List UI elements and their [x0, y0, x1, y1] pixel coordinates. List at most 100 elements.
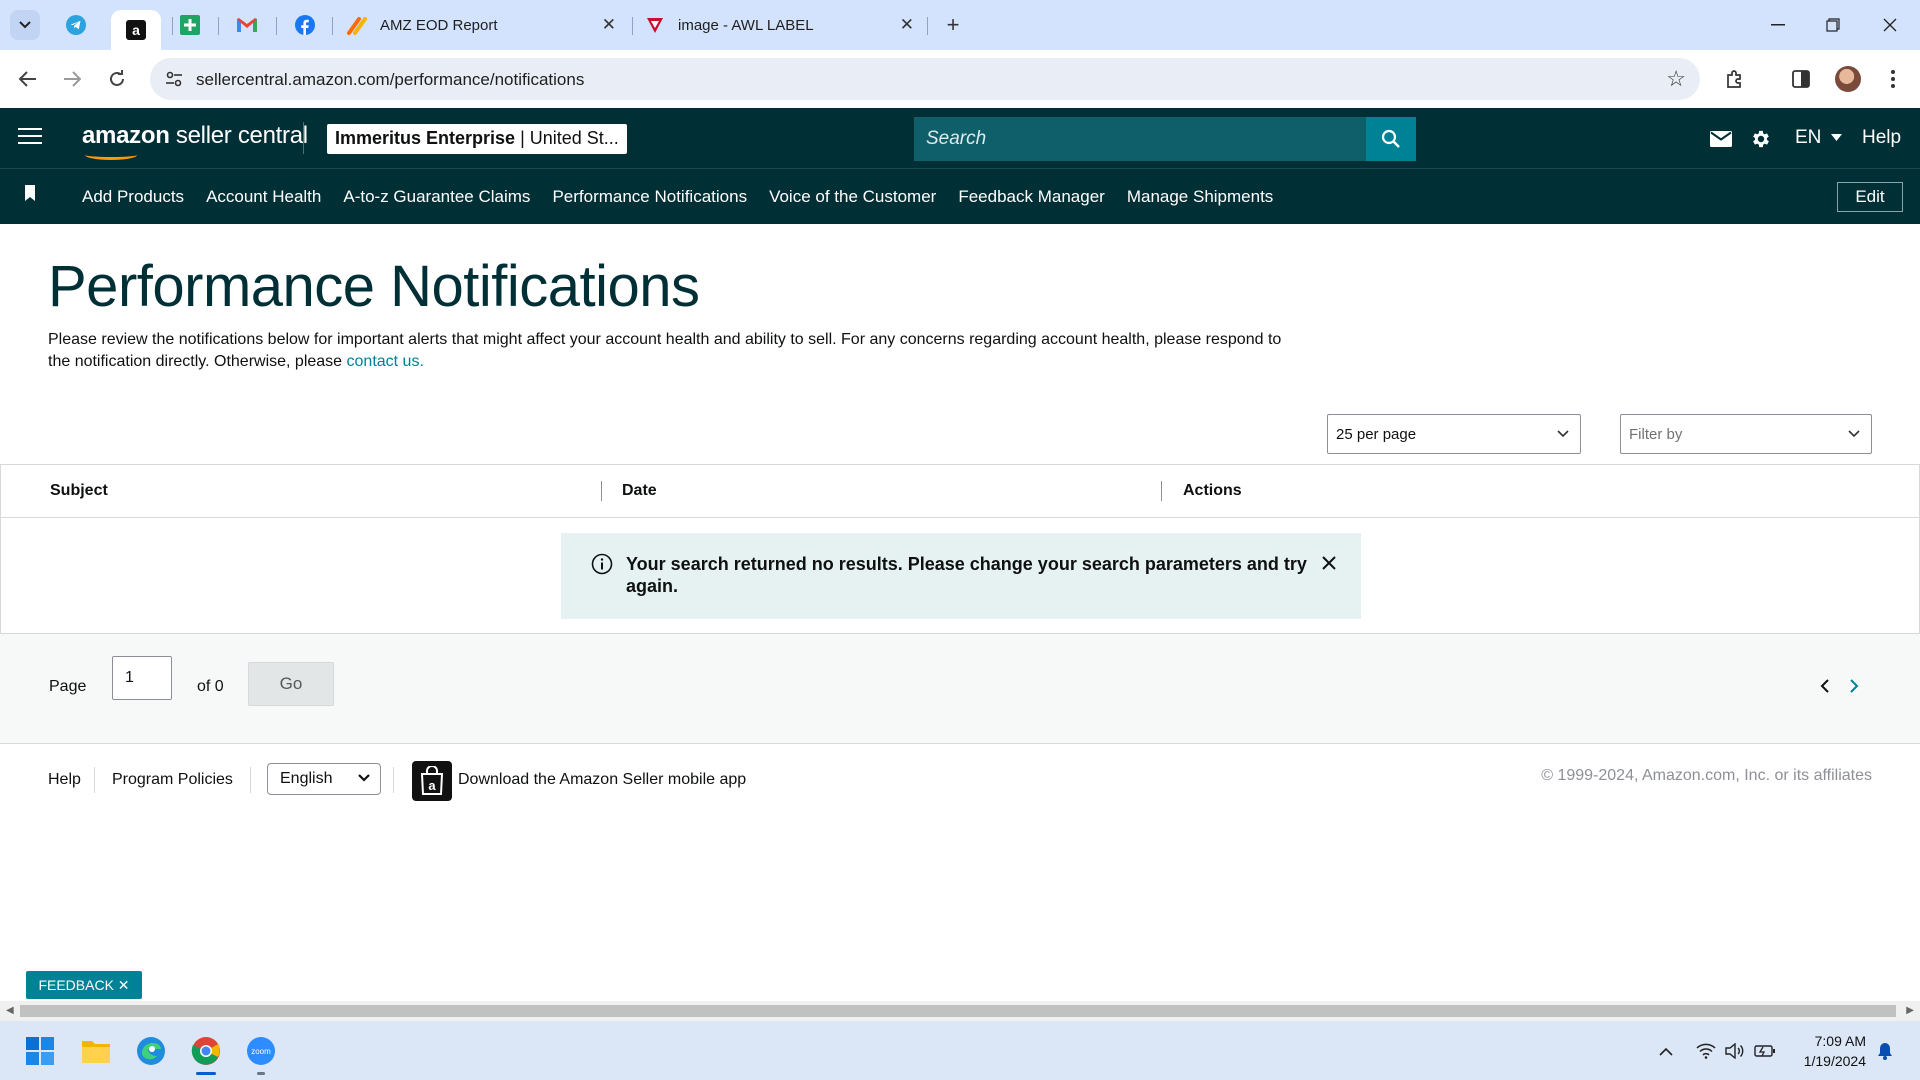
nav-performance-notifications[interactable]: Performance Notifications — [552, 187, 747, 207]
bookmark-star-icon[interactable]: ☆ — [1666, 66, 1686, 92]
download-app-link[interactable]: Download the Amazon Seller mobile app — [458, 771, 746, 789]
new-tab-button[interactable]: + — [938, 10, 968, 40]
footer-language-value: English — [280, 770, 333, 787]
nav-a-to-z-claims[interactable]: A-to-z Guarantee Claims — [343, 187, 530, 207]
seller-central-logo[interactable]: amazon seller central — [82, 122, 308, 160]
contact-us-link[interactable]: contact us. — [347, 353, 424, 370]
nav-voice-of-customer[interactable]: Voice of the Customer — [769, 187, 936, 207]
header-help-link[interactable]: Help — [1862, 127, 1901, 149]
hamburger-menu-icon[interactable] — [18, 128, 42, 148]
account-switcher[interactable]: Immeritus Enterprise | United St... — [327, 124, 627, 154]
language-label: EN — [1795, 127, 1822, 148]
previous-page-button[interactable] — [1816, 676, 1832, 696]
chevron-down-icon — [1848, 430, 1860, 438]
search-button[interactable] — [1366, 117, 1416, 161]
footer-divider — [393, 767, 394, 793]
filter-select[interactable]: Filter by — [1620, 414, 1872, 454]
footer-divider — [94, 767, 95, 793]
feedback-button[interactable]: FEEDBACK ✕ — [26, 971, 142, 999]
page-number-input[interactable] — [112, 656, 172, 700]
bookmark-icon[interactable] — [24, 185, 36, 201]
edit-nav-button[interactable]: Edit — [1837, 182, 1903, 212]
wifi-icon[interactable] — [1695, 1040, 1717, 1062]
account-name: Immeritus Enterprise — [335, 128, 516, 148]
language-selector[interactable]: EN — [1795, 127, 1842, 149]
close-icon[interactable] — [1319, 553, 1339, 573]
tab-awl-label[interactable]: image - AWL LABEL ✕ — [644, 8, 914, 42]
nav-account-health[interactable]: Account Health — [206, 187, 321, 207]
column-header-subject[interactable]: Subject — [50, 482, 108, 500]
chrome-menu-button[interactable] — [1878, 64, 1908, 94]
tab-separator — [172, 17, 173, 35]
browser-toolbar: sellercentral.amazon.com/performance/not… — [0, 50, 1920, 108]
avatar — [1835, 66, 1861, 92]
pinned-tab-amazon[interactable]: a — [111, 10, 161, 50]
profile-button[interactable] — [1833, 64, 1863, 94]
side-panel-button[interactable] — [1786, 64, 1816, 94]
taskbar-zoom[interactable]: zoom — [243, 1033, 279, 1069]
pinned-tab-facebook[interactable] — [290, 10, 320, 40]
next-page-button[interactable] — [1846, 676, 1862, 696]
seller-app-icon[interactable]: a — [412, 761, 452, 801]
nav-feedback-manager[interactable]: Feedback Manager — [958, 187, 1104, 207]
reload-icon — [110, 70, 124, 86]
account-region: | United St... — [515, 128, 619, 148]
taskbar-edge[interactable] — [133, 1033, 169, 1069]
search-input[interactable] — [914, 117, 1366, 161]
start-button[interactable] — [22, 1033, 58, 1069]
url-text: sellercentral.amazon.com/performance/not… — [196, 70, 585, 89]
close-window-button[interactable] — [1870, 10, 1910, 40]
tab-close-icon[interactable]: ✕ — [900, 15, 914, 35]
nav-add-products[interactable]: Add Products — [82, 187, 184, 207]
restore-button[interactable] — [1813, 10, 1853, 40]
back-button[interactable] — [13, 64, 43, 94]
system-clock[interactable]: 7:09 AM 1/19/2024 — [1804, 1031, 1866, 1071]
gmail-icon — [237, 18, 257, 32]
volume-icon[interactable] — [1724, 1040, 1746, 1062]
reload-button[interactable] — [102, 64, 132, 94]
minimize-button[interactable] — [1758, 10, 1798, 40]
pinned-tab-gmail[interactable] — [232, 10, 262, 40]
column-header-date[interactable]: Date — [622, 482, 657, 500]
pinned-tab-sheets[interactable] — [175, 10, 205, 40]
column-header-actions: Actions — [1183, 482, 1242, 499]
tray-overflow-icon[interactable] — [1655, 1040, 1677, 1062]
tab-search-button[interactable] — [10, 10, 40, 40]
pinned-tab-telegram[interactable] — [61, 10, 91, 40]
sheets-plus-icon — [180, 15, 200, 35]
extensions-button[interactable] — [1720, 64, 1750, 94]
telegram-icon — [66, 15, 86, 35]
kebab-menu-icon — [1891, 70, 1895, 88]
header-search — [914, 117, 1416, 161]
folder-icon — [82, 1041, 110, 1063]
address-bar[interactable]: sellercentral.amazon.com/performance/not… — [150, 58, 1700, 100]
nav-manage-shipments[interactable]: Manage Shipments — [1127, 187, 1273, 207]
footer-help-link[interactable]: Help — [48, 771, 81, 789]
notifications-bell-icon[interactable] — [1874, 1040, 1896, 1062]
windows-taskbar: zoom 7:09 AM 1/19/2024 — [0, 1021, 1920, 1080]
zoom-icon: zoom — [247, 1037, 275, 1065]
footer-language-select[interactable]: English — [267, 763, 381, 795]
go-button[interactable]: Go — [248, 662, 334, 706]
taskbar-chrome[interactable] — [188, 1033, 224, 1069]
amazon-icon: a — [126, 20, 146, 40]
page-label: Page — [49, 678, 87, 695]
tab-title: AMZ EOD Report — [380, 16, 498, 34]
chrome-icon — [191, 1037, 220, 1065]
table-header-row: Subject Date Actions — [1, 465, 1919, 518]
per-page-select[interactable]: 25 per page — [1327, 414, 1581, 454]
site-settings-icon[interactable] — [164, 69, 184, 89]
scrollbar-thumb[interactable] — [20, 1005, 1896, 1017]
program-policies-link[interactable]: Program Policies — [112, 771, 233, 789]
scroll-right-icon[interactable]: ▶ — [1906, 1005, 1914, 1016]
scroll-left-icon[interactable]: ◀ — [6, 1005, 14, 1016]
tab-amz-eod-report[interactable]: AMZ EOD Report ✕ — [346, 8, 616, 42]
messages-button[interactable] — [1708, 127, 1734, 151]
horizontal-scrollbar[interactable]: ◀ ▶ — [0, 1001, 1920, 1021]
tab-close-icon[interactable]: ✕ — [602, 15, 616, 35]
forward-button[interactable] — [57, 64, 87, 94]
taskbar-file-explorer[interactable] — [78, 1033, 114, 1069]
settings-button[interactable] — [1748, 127, 1774, 151]
info-icon — [591, 553, 613, 575]
battery-icon[interactable] — [1754, 1040, 1776, 1062]
